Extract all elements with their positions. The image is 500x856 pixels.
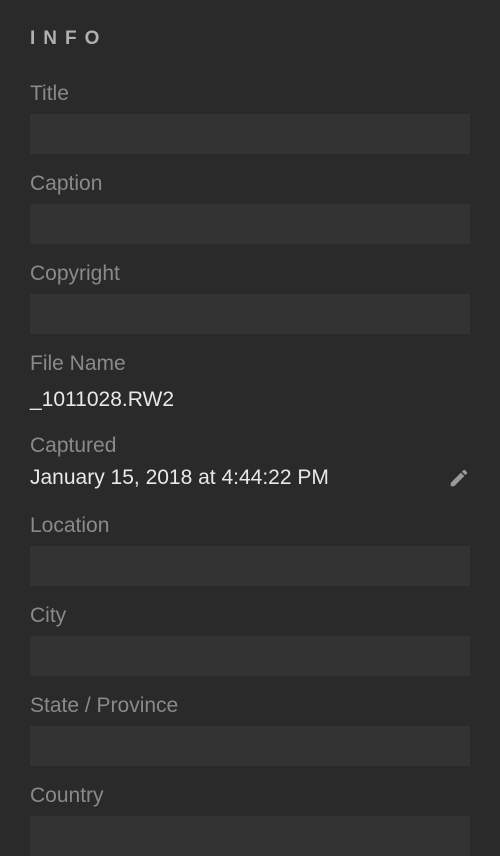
state-label: State / Province [30, 694, 470, 718]
caption-field-group: Caption [30, 172, 470, 244]
state-field-group: State / Province [30, 694, 470, 766]
location-input[interactable] [30, 546, 470, 586]
title-label: Title [30, 82, 470, 106]
filename-label: File Name [30, 352, 470, 376]
location-label: Location [30, 514, 470, 538]
state-input[interactable] [30, 726, 470, 766]
captured-value: January 15, 2018 at 4:44:22 PM [30, 466, 329, 490]
filename-value: _1011028.RW2 [30, 384, 470, 416]
copyright-label: Copyright [30, 262, 470, 286]
captured-row: January 15, 2018 at 4:44:22 PM [30, 466, 470, 490]
country-input[interactable] [30, 816, 470, 856]
section-header: INFO [30, 28, 470, 50]
filename-field-group: File Name _1011028.RW2 [30, 352, 470, 416]
title-field-group: Title [30, 82, 470, 154]
title-input[interactable] [30, 114, 470, 154]
city-label: City [30, 604, 470, 628]
copyright-input[interactable] [30, 294, 470, 334]
city-field-group: City [30, 604, 470, 676]
country-label: Country [30, 784, 470, 808]
captured-field-group: Captured January 15, 2018 at 4:44:22 PM [30, 434, 470, 490]
city-input[interactable] [30, 636, 470, 676]
location-field-group: Location [30, 514, 470, 586]
captured-label: Captured [30, 434, 470, 458]
info-panel: INFO Title Caption Copyright File Name _… [30, 28, 470, 856]
country-field-group: Country [30, 784, 470, 856]
caption-input[interactable] [30, 204, 470, 244]
caption-label: Caption [30, 172, 470, 196]
copyright-field-group: Copyright [30, 262, 470, 334]
pencil-icon[interactable] [448, 467, 470, 489]
